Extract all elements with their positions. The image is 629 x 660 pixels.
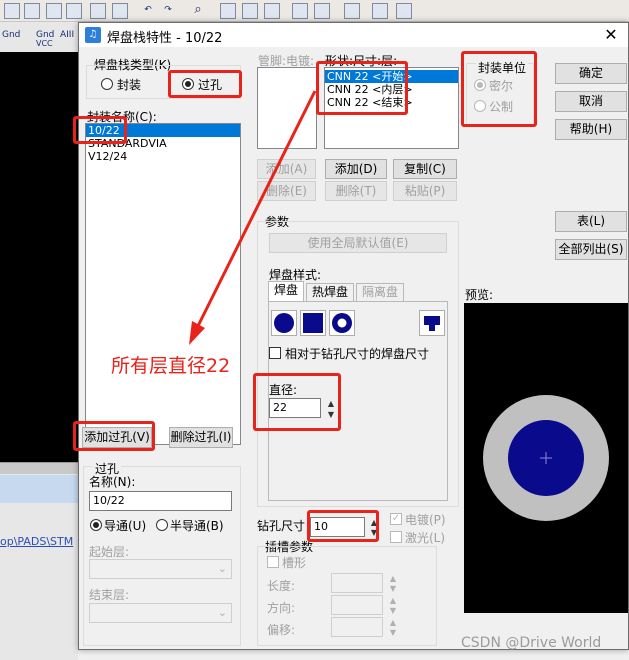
background-toolbar: ↶ ↷ ⌕ bbox=[0, 0, 629, 22]
toolbar-icon-12[interactable] bbox=[372, 3, 388, 19]
toolbar-icon-4[interactable] bbox=[66, 3, 82, 19]
background-tab-strip bbox=[0, 462, 78, 474]
undo-icon[interactable]: ↶ bbox=[140, 3, 156, 19]
toolbar-icon-1[interactable] bbox=[4, 3, 20, 19]
toolbar-icon-10[interactable] bbox=[314, 3, 330, 19]
annotation-arrow bbox=[189, 90, 317, 345]
toolbar-icon-13[interactable] bbox=[396, 3, 412, 19]
toolbar-vcc-text: VCC bbox=[36, 39, 53, 48]
toolbar-icon-3[interactable] bbox=[46, 3, 62, 19]
toolbar-icon-8[interactable] bbox=[242, 3, 258, 19]
toolbar-alll-text: AIII bbox=[60, 30, 75, 40]
toolbar-icon-9[interactable] bbox=[292, 3, 308, 19]
redo-icon[interactable]: ↷ bbox=[160, 3, 176, 19]
zoom-icon[interactable]: ⌕ bbox=[190, 3, 206, 19]
toolbar-icon-5[interactable] bbox=[90, 3, 106, 19]
brush-icon[interactable] bbox=[264, 3, 280, 19]
background-path-link[interactable]: op\PADS\STM bbox=[0, 535, 78, 548]
background-canvas bbox=[0, 52, 78, 462]
toolbar-icon-11[interactable] bbox=[344, 3, 360, 19]
toolbar-gnd-text: Gnd bbox=[2, 30, 21, 40]
toolbar-icon-7[interactable] bbox=[220, 3, 236, 19]
toolbar-icon-2[interactable] bbox=[24, 3, 40, 19]
toolbar-icon-6[interactable] bbox=[112, 3, 128, 19]
background-header bbox=[0, 475, 78, 503]
padstack-properties-dialog: ♫ 焊盘栈特性 - 10/22 ✕ 焊盘栈类型(K) 封装 过孔 封装名称(C)… bbox=[73, 22, 629, 651]
